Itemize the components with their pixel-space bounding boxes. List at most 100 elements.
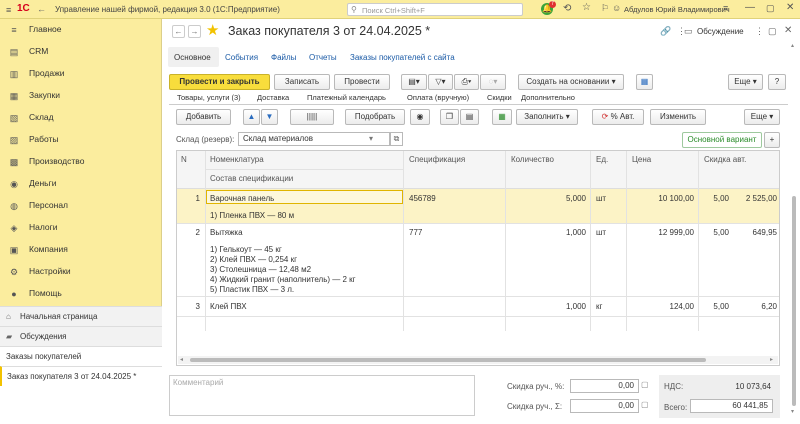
- sidebar-item-company[interactable]: ▣ Компания: [0, 239, 162, 261]
- status-button[interactable]: ◌▾: [480, 74, 506, 90]
- sidebar-item-main[interactable]: ≡ Главное: [0, 19, 162, 41]
- sidebar-item-sales[interactable]: ▥ Продажи: [0, 63, 162, 85]
- print-menu-button[interactable]: ▤▾: [401, 74, 427, 90]
- tab-discounts[interactable]: Скидки: [487, 93, 512, 102]
- maximize-icon[interactable]: ▢: [766, 3, 775, 14]
- create-based-on-button[interactable]: Создать на основании ▾: [518, 74, 624, 90]
- tab-main[interactable]: Основное: [174, 53, 211, 62]
- manual-discount-sum-field[interactable]: 0,00: [570, 399, 639, 413]
- paste-button[interactable]: ▤: [460, 109, 479, 125]
- close-icon[interactable]: ✕: [786, 2, 794, 13]
- scroll-down-arrow[interactable]: ▾: [791, 408, 794, 415]
- dropdown-icon[interactable]: ▾: [369, 133, 373, 145]
- calc-icon[interactable]: ▢: [641, 380, 649, 389]
- favorites-icon[interactable]: ☆: [582, 2, 591, 13]
- menu-icon[interactable]: ≡: [6, 5, 11, 15]
- calc-icon[interactable]: ▢: [641, 400, 649, 409]
- title-bar: ≡ 1С ← Управление нашей фирмой, редакция…: [0, 0, 800, 19]
- row2-discount: 649,95: [752, 228, 777, 237]
- open-window-orders-list[interactable]: Заказы покупателей: [0, 346, 162, 366]
- discussion-button[interactable]: Обсуждение: [697, 27, 744, 36]
- fill-button[interactable]: Заполнить ▾: [516, 109, 578, 125]
- sidebar-item-works[interactable]: ▨ Работы: [0, 129, 162, 151]
- tab-site-orders[interactable]: Заказы покупателей с сайта: [350, 53, 455, 62]
- sidebar-item-personnel[interactable]: ◍ Персонал: [0, 195, 162, 217]
- auto-discount-button[interactable]: ⟳ % Авт.: [592, 109, 644, 125]
- move-down-button[interactable]: ▼: [261, 109, 278, 125]
- sidebar-item-warehouse[interactable]: ▧ Склад: [0, 107, 162, 129]
- tab-additional[interactable]: Дополнительно: [521, 93, 575, 102]
- post-and-close-button[interactable]: Провести и закрыть: [169, 74, 270, 90]
- vertical-scrollbar[interactable]: ▴ ▾: [791, 42, 798, 420]
- tab-delivery[interactable]: Доставка: [257, 93, 289, 102]
- structure-button[interactable]: ▦: [636, 74, 653, 90]
- v-scrollbar-thumb[interactable]: [792, 196, 796, 406]
- settings-icon[interactable]: ≡: [723, 3, 728, 13]
- col-unit: Ед.: [596, 155, 609, 164]
- save-button[interactable]: Записать: [274, 74, 330, 90]
- back-arrow-icon[interactable]: ←: [37, 4, 46, 14]
- sidebar-item-production[interactable]: ▩ Производство: [0, 151, 162, 173]
- sidebar-item-settings[interactable]: ⚙ Настройки: [0, 261, 162, 283]
- table-fill-button[interactable]: ▦: [492, 109, 512, 125]
- sidebar-item-crm[interactable]: ▤ CRM: [0, 41, 162, 63]
- doc-maximize-icon[interactable]: ▢: [768, 26, 777, 37]
- doc-close-icon[interactable]: ✕: [784, 25, 792, 36]
- search-box[interactable]: ⚲ Поиск Ctrl+Shift+F: [347, 3, 523, 16]
- user-icon[interactable]: ☺: [612, 3, 621, 13]
- change-button[interactable]: Изменить: [650, 109, 706, 125]
- help-button[interactable]: ?: [768, 74, 786, 90]
- sidebar-item-help[interactable]: ● Помощь: [0, 283, 162, 305]
- horizontal-scrollbar[interactable]: ◂ ▸: [178, 356, 778, 364]
- add-button[interactable]: Добавить: [176, 109, 231, 125]
- scroll-up-arrow[interactable]: ▴: [791, 42, 794, 49]
- discussions-link[interactable]: ▰ Обсуждения: [0, 326, 162, 346]
- post-button[interactable]: Провести: [334, 74, 390, 90]
- tab-payment-calendar[interactable]: Платежный календарь: [307, 93, 386, 102]
- scroll-left-arrow[interactable]: ◂: [180, 356, 183, 363]
- nav-back-button[interactable]: ←: [172, 25, 185, 38]
- row2-name[interactable]: Вытяжка: [210, 228, 243, 237]
- sidebar-item-taxes[interactable]: ◈ Налоги: [0, 217, 162, 239]
- tab-reports[interactable]: Отчеты: [309, 53, 337, 62]
- table-more-button[interactable]: Еще ▾: [744, 109, 780, 125]
- tab-files[interactable]: Файлы: [271, 53, 296, 62]
- filter-menu-button[interactable]: ▽▾: [428, 74, 453, 90]
- manual-discount-pct-field[interactable]: 0,00: [570, 379, 639, 393]
- open-link-icon[interactable]: ⧉: [390, 132, 403, 146]
- printer-button[interactable]: ⎙▾: [454, 74, 479, 90]
- link-icon[interactable]: 🔗: [660, 26, 671, 37]
- discussion-icon[interactable]: ▭: [684, 26, 693, 37]
- notification-count: 7: [549, 1, 556, 8]
- sidebar-item-money[interactable]: ◉ Деньги: [0, 173, 162, 195]
- nav-forward-button[interactable]: →: [188, 25, 201, 38]
- tab-goods[interactable]: Товары, услуги (3): [177, 93, 241, 102]
- more-button[interactable]: Еще ▾: [728, 74, 763, 90]
- warehouse-field[interactable]: Склад материалов ▾: [238, 132, 390, 146]
- open-window-order-doc[interactable]: Заказ покупателя 3 от 24.04.2025 *: [0, 366, 162, 386]
- move-up-button[interactable]: ▲: [243, 109, 260, 125]
- barcode-button[interactable]: |||||: [290, 109, 334, 125]
- doc-menu-icon[interactable]: ⋮: [755, 26, 764, 37]
- pick-button[interactable]: Подобрать: [345, 109, 405, 125]
- scrollbar-thumb[interactable]: [190, 358, 706, 362]
- bell-icon[interactable]: ⚐: [601, 3, 609, 14]
- tab-events[interactable]: События: [225, 53, 258, 62]
- sidebar-item-label: Склад: [29, 112, 54, 122]
- history-icon[interactable]: ⟲: [563, 3, 571, 14]
- comment-field[interactable]: Комментарий: [169, 375, 475, 416]
- sidebar-item-label: Главное: [29, 24, 62, 34]
- main-variant-button[interactable]: Основной вариант: [682, 132, 762, 148]
- view-button[interactable]: ◉: [410, 109, 430, 125]
- minimize-icon[interactable]: —: [745, 2, 755, 13]
- add-variant-button[interactable]: +: [764, 132, 780, 148]
- row1-price: 10 100,00: [658, 194, 694, 203]
- copy-button[interactable]: ❐: [440, 109, 459, 125]
- scroll-right-arrow[interactable]: ▸: [770, 356, 773, 363]
- favorite-star-icon[interactable]: ★: [206, 21, 219, 39]
- sidebar-item-purchases[interactable]: ▦ Закупки: [0, 85, 162, 107]
- row3-name[interactable]: Клей ПВХ: [210, 302, 247, 311]
- row1-name[interactable]: Варочная панель: [210, 194, 274, 203]
- tab-payment-manual[interactable]: Оплата (вручную): [407, 93, 469, 102]
- home-page-link[interactable]: ⌂ Начальная страница: [0, 306, 162, 326]
